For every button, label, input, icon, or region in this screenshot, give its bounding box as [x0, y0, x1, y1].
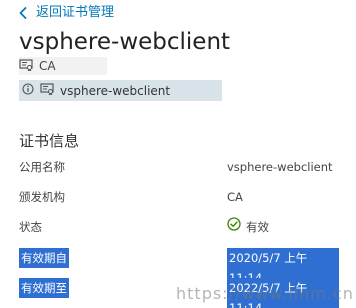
- selected-certificate-chip[interactable]: vsphere-webclient: [19, 80, 222, 101]
- field-value-status: 有效: [227, 217, 269, 237]
- chevron-left-icon: [19, 7, 27, 19]
- field-row-status: 状态 有效: [19, 217, 339, 237]
- field-value: CA: [227, 190, 243, 204]
- field-label: 状态: [19, 220, 42, 234]
- field-label: 公用名称: [19, 160, 65, 174]
- section-title: 证书信息: [19, 132, 80, 150]
- field-row-common-name: 公用名称 vsphere-webclient: [19, 157, 339, 177]
- field-label: 有效期自: [19, 248, 69, 268]
- status-text: 有效: [246, 220, 269, 234]
- check-circle-icon: [227, 217, 241, 237]
- back-to-certificate-management-link[interactable]: 返回证书管理: [19, 5, 114, 21]
- field-row-issuer: 颁发机构 CA: [19, 187, 339, 207]
- field-label: 有效期至: [19, 278, 69, 298]
- field-value: vsphere-webclient: [227, 160, 333, 174]
- certificate-detail-page: 返回证书管理 vsphere-webclient CA vsphere-webc…: [0, 0, 356, 308]
- certificate-icon: [40, 83, 54, 98]
- certificate-icon: [19, 58, 33, 74]
- field-row-valid-from: 有效期自 2020/5/7 上午11:14: [19, 248, 339, 288]
- field-label: 颁发机构: [19, 190, 65, 204]
- page-title: vsphere-webclient: [19, 29, 231, 55]
- issuer-short-label: CA: [39, 59, 56, 73]
- selected-certificate-name: vsphere-webclient: [60, 83, 171, 98]
- info-icon: [22, 83, 34, 98]
- back-link-label[interactable]: 返回证书管理: [36, 5, 114, 21]
- issuer-summary: CA: [19, 57, 107, 75]
- watermark: https://www.imm.cn: [176, 284, 354, 303]
